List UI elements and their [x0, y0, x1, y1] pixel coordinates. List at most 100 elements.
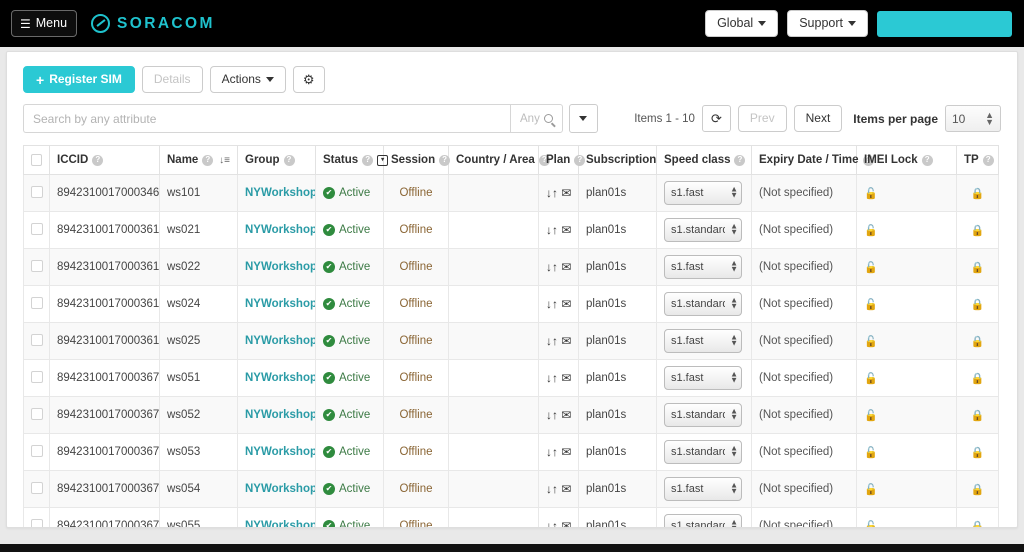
brand-logo[interactable]: SORACOM [91, 14, 215, 33]
cell-speed-class[interactable]: s1.minimums1.slows1.standards1.fasts1.4x… [656, 248, 752, 286]
row-select-cell[interactable] [23, 248, 50, 286]
unlock-icon[interactable]: 🔓 [864, 484, 878, 496]
group-link[interactable]: NYWorkshop [245, 409, 315, 421]
group-link[interactable]: NYWorkshop [245, 372, 315, 384]
cell-group[interactable]: NYWorkshop [237, 174, 316, 212]
cell-imei-lock[interactable]: 🔓 [856, 248, 957, 286]
data-transfer-and-sms-icons[interactable]: ↓↑ ✉ [546, 186, 571, 200]
help-icon[interactable]: ? [362, 154, 374, 166]
actions-dropdown-button[interactable]: Actions [209, 66, 286, 93]
help-icon[interactable]: ? [982, 154, 994, 166]
group-link[interactable]: NYWorkshop [245, 298, 315, 310]
cell-tp[interactable]: 🔒 [956, 285, 999, 323]
speed-class-select[interactable]: s1.minimums1.slows1.standards1.fasts1.4x… [664, 366, 742, 390]
row-select-cell[interactable] [23, 507, 50, 527]
column-header-subscription[interactable]: Subscription [578, 145, 657, 175]
cell-plan[interactable]: ↓↑ ✉ [538, 322, 579, 360]
cell-imei-lock[interactable]: 🔓 [856, 211, 957, 249]
lock-icon[interactable]: 🔒 [971, 373, 985, 385]
cell-tp[interactable]: 🔒 [956, 433, 999, 471]
row-checkbox[interactable] [31, 370, 43, 383]
speed-class-select[interactable]: s1.minimums1.slows1.standards1.fasts1.4x… [664, 292, 742, 316]
cell-speed-class[interactable]: s1.minimums1.slows1.standards1.fasts1.4x… [656, 507, 752, 527]
menu-button[interactable]: ☰ Menu [11, 10, 78, 37]
account-menu-button[interactable] [877, 10, 1012, 37]
speed-class-select[interactable]: s1.minimums1.slows1.standards1.fasts1.4x… [664, 218, 742, 242]
row-select-cell[interactable] [23, 211, 50, 249]
unlock-icon[interactable]: 🔓 [864, 262, 878, 274]
unlock-icon[interactable]: 🔓 [864, 299, 878, 311]
lock-icon[interactable]: 🔒 [971, 299, 985, 311]
lock-icon[interactable]: 🔒 [971, 484, 985, 496]
data-transfer-and-sms-icons[interactable]: ↓↑ ✉ [546, 408, 571, 422]
row-select-cell[interactable] [23, 285, 50, 323]
cell-plan[interactable]: ↓↑ ✉ [538, 174, 579, 212]
unlock-icon[interactable]: 🔓 [864, 410, 878, 422]
cell-tp[interactable]: 🔒 [956, 211, 999, 249]
speed-class-select[interactable]: s1.minimums1.slows1.standards1.fasts1.4x… [664, 181, 742, 205]
speed-class-select[interactable]: s1.minimums1.slows1.standards1.fasts1.4x… [664, 440, 742, 464]
cell-plan[interactable]: ↓↑ ✉ [538, 248, 579, 286]
unlock-icon[interactable]: 🔓 [864, 336, 878, 348]
row-checkbox[interactable] [31, 407, 43, 420]
row-checkbox[interactable] [31, 333, 43, 346]
cell-group[interactable]: NYWorkshop [237, 433, 316, 471]
group-link[interactable]: NYWorkshop [245, 187, 315, 199]
cell-plan[interactable]: ↓↑ ✉ [538, 433, 579, 471]
table-row[interactable]: 8942310017000367031ws053 NYWorkshop ✔ Activ… [23, 433, 999, 471]
cell-group[interactable]: NYWorkshop [237, 211, 316, 249]
data-transfer-and-sms-icons[interactable]: ↓↑ ✉ [546, 519, 571, 527]
data-transfer-and-sms-icons[interactable]: ↓↑ ✉ [546, 260, 571, 274]
lock-icon[interactable]: 🔒 [971, 262, 985, 274]
cell-group[interactable]: NYWorkshop [237, 359, 316, 397]
column-header-name[interactable]: Name? ↓≡ [159, 145, 238, 175]
cell-imei-lock[interactable]: 🔓 [856, 359, 957, 397]
cell-imei-lock[interactable]: 🔓 [856, 174, 957, 212]
help-icon[interactable]: ? [574, 154, 586, 166]
column-header-session[interactable]: Session? [383, 145, 451, 175]
cell-speed-class[interactable]: s1.minimums1.slows1.standards1.fasts1.4x… [656, 470, 752, 508]
table-row[interactable]: 8942310017000361547ws021 NYWorkshop ✔ Activ… [23, 211, 999, 249]
cell-imei-lock[interactable]: 🔓 [856, 396, 957, 434]
cell-tp[interactable]: 🔒 [956, 174, 999, 212]
support-dropdown-button[interactable]: Support [787, 9, 868, 38]
table-row[interactable]: 8942310017000361570ws024 NYWorkshop ✔ Activ… [23, 285, 999, 323]
unlock-icon[interactable]: 🔓 [864, 188, 878, 200]
column-header-select-all[interactable] [23, 145, 50, 175]
speed-class-select[interactable]: s1.minimums1.slows1.standards1.fasts1.4x… [664, 329, 742, 353]
cell-group[interactable]: NYWorkshop [237, 322, 316, 360]
cell-imei-lock[interactable]: 🔓 [856, 285, 957, 323]
unlock-icon[interactable]: 🔓 [864, 521, 878, 528]
group-link[interactable]: NYWorkshop [245, 446, 315, 458]
cell-imei-lock[interactable]: 🔓 [856, 322, 957, 360]
row-select-cell[interactable] [23, 470, 50, 508]
data-transfer-and-sms-icons[interactable]: ↓↑ ✉ [546, 371, 571, 385]
cell-group[interactable]: NYWorkshop [237, 470, 316, 508]
column-header-group[interactable]: Group? [237, 145, 316, 175]
cell-imei-lock[interactable]: 🔓 [856, 433, 957, 471]
register-sim-button[interactable]: + Register SIM [23, 66, 135, 93]
row-select-cell[interactable] [23, 396, 50, 434]
unlock-icon[interactable]: 🔓 [864, 447, 878, 459]
row-checkbox[interactable] [31, 222, 43, 235]
speed-class-select[interactable]: s1.minimums1.slows1.standards1.fasts1.4x… [664, 477, 742, 501]
speed-class-select[interactable]: s1.minimums1.slows1.standards1.fasts1.4x… [664, 255, 742, 279]
refresh-button[interactable]: ⟳ [701, 105, 731, 132]
group-link[interactable]: NYWorkshop [245, 520, 315, 527]
cell-plan[interactable]: ↓↑ ✉ [538, 211, 579, 249]
column-header-speed-class[interactable]: Speed class? [656, 145, 752, 175]
cell-tp[interactable]: 🔒 [956, 470, 999, 508]
cell-plan[interactable]: ↓↑ ✉ [538, 396, 579, 434]
items-per-page-select[interactable]: 10 [945, 105, 1001, 132]
row-select-cell[interactable] [23, 359, 50, 397]
row-checkbox[interactable] [31, 296, 43, 309]
help-icon[interactable]: ? [439, 154, 451, 166]
table-row[interactable]: 8942310017000361554ws022 NYWorkshop ✔ Activ… [23, 248, 999, 286]
cell-plan[interactable]: ↓↑ ✉ [538, 470, 579, 508]
row-checkbox[interactable] [31, 185, 43, 198]
row-select-cell[interactable] [23, 322, 50, 360]
row-checkbox[interactable] [31, 259, 43, 272]
data-transfer-and-sms-icons[interactable]: ↓↑ ✉ [546, 482, 571, 496]
lock-icon[interactable]: 🔒 [971, 410, 985, 422]
lock-icon[interactable]: 🔒 [971, 225, 985, 237]
